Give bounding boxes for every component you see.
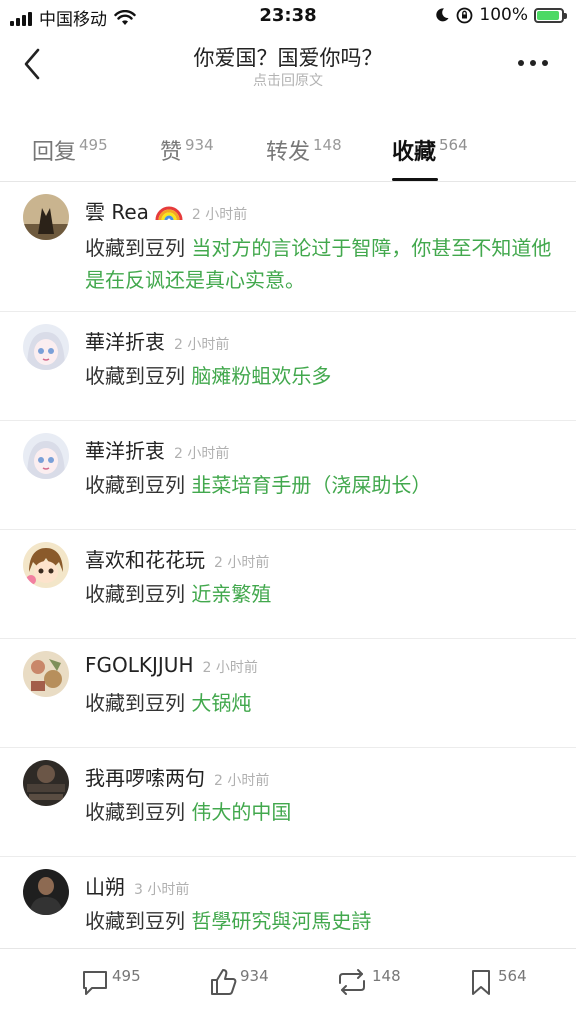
page: 中国移动 23:38 100% 你爱国？国爱你吗？ 点击回原文 回复 495 赞… <box>0 0 576 1024</box>
name-row: 雲 Rea 2 小时前 <box>85 196 247 225</box>
bookmark-button[interactable]: 564 <box>466 967 527 997</box>
list-item[interactable]: 我再啰嗦两句 2 小时前 收藏到豆列 伟大的中国 <box>0 748 576 857</box>
name-row: FGOLKJJUH 2 小时前 <box>85 653 258 677</box>
doulist-link[interactable]: 韭菜培育手册（浇屎助长） <box>191 473 431 497</box>
item-body: 收藏到豆列 伟大的中国 <box>85 796 555 828</box>
nav-bar: 你爱国？国爱你吗？ 点击回原文 <box>0 34 576 104</box>
bottom-action-bar: 495 934 148 564 <box>0 948 576 1024</box>
moon-icon <box>436 8 449 22</box>
action-text: 收藏到豆列 <box>85 800 192 824</box>
doulist-link[interactable]: 哲學研究與河馬史詩 <box>191 909 371 933</box>
list-item[interactable]: 喜欢和花花玩 2 小时前 收藏到豆列 近亲繁殖 <box>0 530 576 639</box>
avatar[interactable] <box>23 542 69 588</box>
tab-reposts[interactable]: 转发 148 <box>266 134 342 166</box>
comment-button[interactable]: 495 <box>80 967 141 997</box>
timestamp: 3 小时前 <box>134 882 190 898</box>
name-row: 山朔 3 小时前 <box>85 871 189 900</box>
page-title[interactable]: 你爱国？国爱你吗？ <box>0 42 576 72</box>
doulist-link[interactable]: 近亲繁殖 <box>191 582 271 606</box>
doulist-link[interactable]: 伟大的中国 <box>191 800 291 824</box>
name-row: 我再啰嗦两句 2 小时前 <box>85 762 269 791</box>
battery-icon <box>534 7 567 23</box>
comment-icon <box>83 971 107 995</box>
name-row: 喜欢和花花玩 2 小时前 <box>85 544 269 573</box>
battery-level <box>537 10 559 20</box>
item-body: 收藏到豆列 当对方的言论过于智障，你甚至不知道他是在反讽还是真心实意。 <box>85 232 555 296</box>
bookmark-count: 564 <box>498 967 527 985</box>
like-button[interactable]: 934 <box>208 967 269 997</box>
action-text: 收藏到豆列 <box>85 582 192 606</box>
status-right: 100% <box>434 5 567 25</box>
avatar[interactable] <box>23 869 69 915</box>
like-count: 934 <box>240 967 269 985</box>
action-text: 收藏到豆列 <box>85 909 192 933</box>
timestamp: 2 小时前 <box>174 446 230 462</box>
list-item[interactable]: 雲 Rea 2 小时前 收藏到豆列 当对方的言论过于智障，你甚至不知道他是在反讽… <box>0 182 576 312</box>
status-bar: 中国移动 23:38 100% <box>0 0 576 34</box>
comment-count: 495 <box>112 967 141 985</box>
avatar[interactable] <box>23 324 69 370</box>
action-text: 收藏到豆列 <box>85 236 192 260</box>
avatar[interactable] <box>23 194 69 240</box>
bookmark-icon <box>472 970 490 995</box>
item-body: 收藏到豆列 大锅炖 <box>85 687 555 719</box>
active-tab-indicator <box>392 178 438 181</box>
name-row: 華洋折衷 2 小时前 <box>85 435 229 464</box>
user-name[interactable]: 雲 Rea <box>85 196 149 225</box>
avatar[interactable] <box>23 760 69 806</box>
user-name[interactable]: 喜欢和花花玩 <box>85 544 205 573</box>
list-item[interactable]: 山朔 3 小时前 收藏到豆列 哲學研究與河馬史詩 <box>0 857 576 948</box>
doulist-link[interactable]: 脑瘫粉蛆欢乐多 <box>191 364 331 388</box>
tab-label: 转发 <box>266 140 311 165</box>
repost-icon <box>339 969 365 995</box>
tab-label: 收藏 <box>392 140 437 165</box>
avatar[interactable] <box>23 433 69 479</box>
action-text: 收藏到豆列 <box>85 473 192 497</box>
more-icon[interactable] <box>518 60 548 66</box>
back-to-original-link[interactable]: 点击回原文 <box>0 70 576 90</box>
action-text: 收藏到豆列 <box>85 364 192 388</box>
timestamp: 2 小时前 <box>214 773 270 789</box>
avatar[interactable] <box>23 651 69 697</box>
tab-bar: 回复 495 赞 934 转发 148 收藏 564 <box>0 104 576 182</box>
collection-list: 雲 Rea 2 小时前 收藏到豆列 当对方的言论过于智障，你甚至不知道他是在反讽… <box>0 182 576 948</box>
tab-count: 148 <box>313 136 342 154</box>
item-body: 收藏到豆列 近亲繁殖 <box>85 578 555 610</box>
rainbow-emoji <box>155 206 183 220</box>
tab-count: 564 <box>439 136 468 154</box>
name-row: 華洋折衷 2 小时前 <box>85 326 229 355</box>
user-name[interactable]: FGOLKJJUH <box>85 653 193 677</box>
item-body: 收藏到豆列 韭菜培育手册（浇屎助长） <box>85 469 555 501</box>
list-item[interactable]: 華洋折衷 2 小时前 收藏到豆列 脑瘫粉蛆欢乐多 <box>0 312 576 421</box>
timestamp: 2 小时前 <box>191 207 248 223</box>
doulist-link[interactable]: 大锅炖 <box>191 691 251 715</box>
list-item[interactable]: 華洋折衷 2 小时前 收藏到豆列 韭菜培育手册（浇屎助长） <box>0 421 576 530</box>
tab-likes[interactable]: 赞 934 <box>160 134 214 166</box>
tab-label: 赞 <box>160 140 183 165</box>
tab-count: 934 <box>185 136 214 154</box>
user-name[interactable]: 華洋折衷 <box>85 326 165 355</box>
action-text: 收藏到豆列 <box>85 691 192 715</box>
list-item[interactable]: FGOLKJJUH 2 小时前 收藏到豆列 大锅炖 <box>0 639 576 748</box>
timestamp: 2 小时前 <box>214 555 270 571</box>
tab-count: 495 <box>79 136 108 154</box>
tab-replies[interactable]: 回复 495 <box>32 134 108 166</box>
user-name[interactable]: 我再啰嗦两句 <box>85 762 205 791</box>
tab-label: 回复 <box>32 140 77 165</box>
timestamp: 2 小时前 <box>174 337 230 353</box>
item-body: 收藏到豆列 脑瘫粉蛆欢乐多 <box>85 360 555 392</box>
timestamp: 2 小时前 <box>202 660 258 676</box>
orientation-lock-icon <box>456 7 473 23</box>
user-name[interactable]: 山朔 <box>85 871 125 900</box>
repost-count: 148 <box>372 967 401 985</box>
item-body: 收藏到豆列 哲學研究與河馬史詩 <box>85 905 555 937</box>
tab-collections[interactable]: 收藏 564 <box>392 134 468 166</box>
battery-percent: 100% <box>479 5 528 25</box>
user-name[interactable]: 華洋折衷 <box>85 435 165 464</box>
repost-button[interactable]: 148 <box>334 967 401 997</box>
like-icon <box>211 969 237 995</box>
